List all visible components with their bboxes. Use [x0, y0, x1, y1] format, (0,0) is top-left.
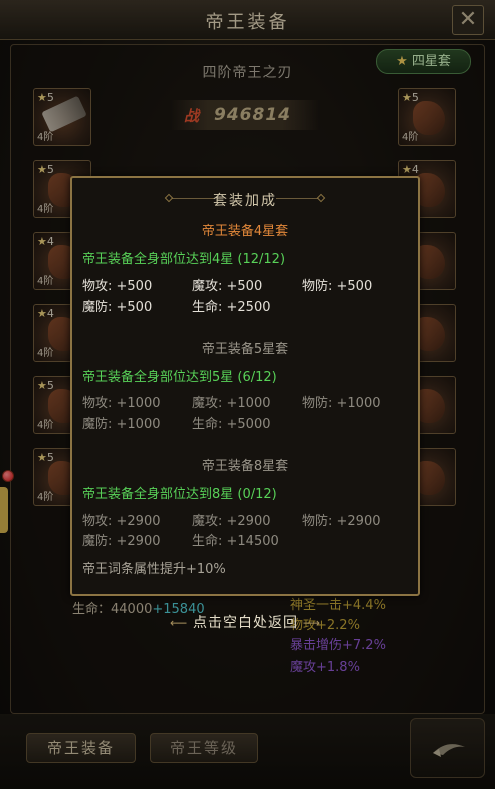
tier-stat: 物攻: +1000 [82, 396, 161, 411]
tier-condition: 帝王装备全身部位达到4星 (12/12) [82, 252, 286, 267]
tier-stat: 魔攻: +500 [192, 279, 263, 294]
tier-stat: 生命: +2500 [192, 300, 271, 315]
tier-condition: 帝王装备全身部位达到8星 (0/12) [82, 487, 277, 502]
tier-header: 帝王装备5星套 [201, 342, 289, 357]
tier-stat: 魔防: +1000 [82, 417, 161, 432]
tier-stat: 物防: +2900 [302, 514, 381, 529]
popup-title: 套装加成 [213, 193, 277, 209]
set-bonus-popup: 套装加成 帝王装备4星套 帝王装备全身部位达到4星 (12/12) 物攻: +5… [70, 176, 420, 596]
right-arrow-icon: ⟶ [298, 616, 322, 630]
tier-stat: 魔攻: +1000 [192, 396, 271, 411]
dismiss-hint[interactable]: ⟵ 点击空白处返回 ⟶ [170, 612, 321, 632]
tier-stat: 魔防: +2900 [82, 534, 161, 549]
tier-stat: 生命: +14500 [192, 534, 279, 549]
tier-stat: 物攻: +500 [82, 279, 153, 294]
tier-header: 帝王装备8星套 [201, 459, 289, 474]
left-arrow-icon: ⟵ [170, 616, 194, 630]
tier-stat: 魔攻: +2900 [192, 514, 271, 529]
tier-stat: 生命: +5000 [192, 417, 271, 432]
tier-stat: 物防: +500 [302, 279, 373, 294]
tier-header: 帝王装备4星套 [201, 224, 289, 239]
tier-stat: 魔防: +500 [82, 300, 153, 315]
popup-note: 帝王词条属性提升+10% [82, 562, 226, 577]
dismiss-label: 点击空白处返回 [193, 615, 299, 631]
tier-condition: 帝王装备全身部位达到5星 (6/12) [82, 370, 277, 385]
tier-stat: 物攻: +2900 [82, 514, 161, 529]
tier-stat: 物防: +1000 [302, 396, 381, 411]
